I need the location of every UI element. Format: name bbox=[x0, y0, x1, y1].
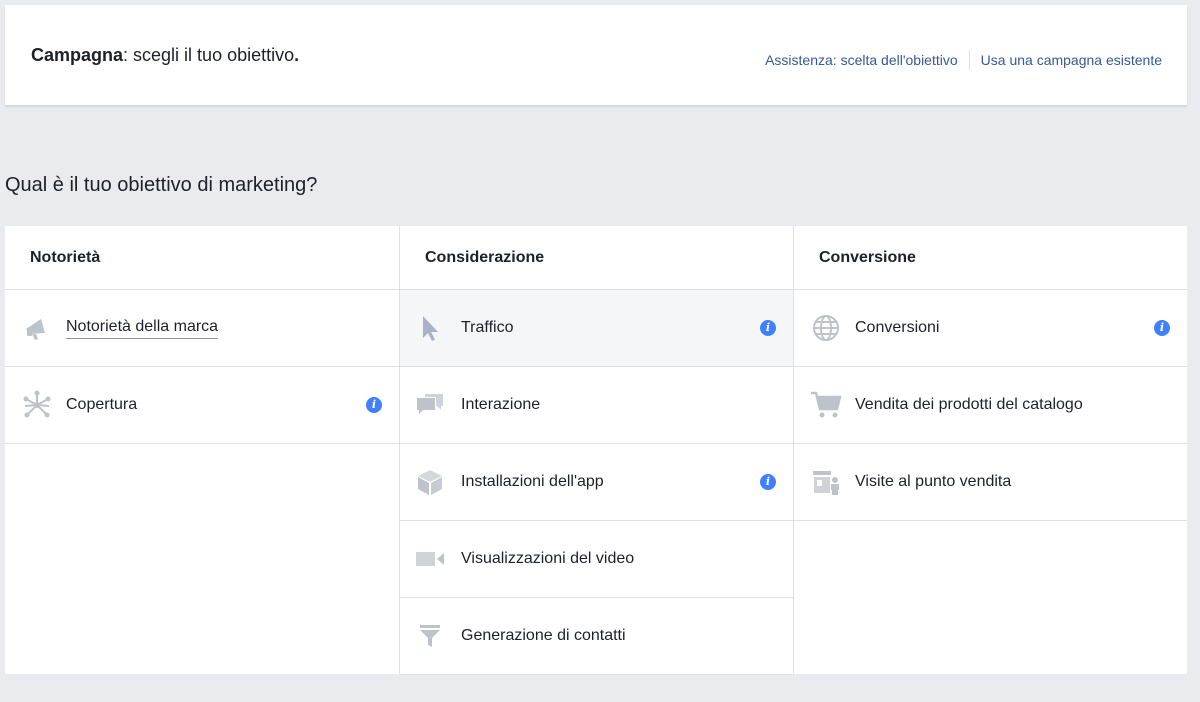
objective-label: Vendita dei prodotti del catalogo bbox=[855, 396, 1083, 413]
objective-label: Notorietà della marca bbox=[66, 318, 219, 339]
column-conversion: Conversione Conversioni i Vendita dei pr… bbox=[793, 226, 1187, 674]
reach-icon bbox=[21, 389, 53, 421]
shopping-cart-icon bbox=[810, 389, 842, 421]
page-title-bold: Campagna bbox=[31, 45, 124, 65]
page-title-rest: : scegli il tuo obiettivo bbox=[123, 45, 295, 65]
objective-store-visits[interactable]: Visite al punto vendita bbox=[794, 444, 1187, 521]
column-title-awareness: Notorietà bbox=[5, 226, 399, 290]
link-divider bbox=[968, 50, 970, 70]
objective-traffic[interactable]: Traffico i bbox=[400, 290, 793, 367]
marketing-objective-question: Qual è il tuo obiettivo di marketing? bbox=[5, 174, 318, 196]
column-title-consideration: Considerazione bbox=[400, 226, 793, 290]
objective-label: Copertura bbox=[66, 396, 138, 413]
box-icon bbox=[414, 466, 446, 498]
page-title-end: . bbox=[294, 45, 300, 65]
funnel-icon bbox=[414, 620, 446, 652]
column-consideration: Considerazione Traffico i Interazione In… bbox=[399, 226, 793, 675]
info-icon[interactable]: i bbox=[760, 320, 776, 336]
column-awareness: Notorietà Notorietà della marca Copertur… bbox=[5, 226, 399, 674]
info-icon[interactable]: i bbox=[760, 474, 776, 490]
globe-icon bbox=[810, 312, 842, 344]
store-visit-icon bbox=[810, 466, 842, 498]
objective-app-installs[interactable]: Installazioni dell'app i bbox=[400, 444, 793, 521]
page-title: Campagna: scegli il tuo obiettivo. bbox=[31, 45, 299, 66]
objective-label: Visualizzazioni del video bbox=[461, 550, 635, 567]
objective-conversions[interactable]: Conversioni i bbox=[794, 290, 1187, 367]
chat-bubbles-icon bbox=[414, 389, 446, 421]
info-icon[interactable]: i bbox=[1154, 320, 1170, 336]
campaign-header: Campagna: scegli il tuo obiettivo. Assis… bbox=[5, 5, 1187, 106]
objective-label: Generazione di contatti bbox=[461, 627, 626, 644]
info-icon[interactable]: i bbox=[366, 397, 382, 413]
megaphone-icon bbox=[21, 312, 53, 344]
objective-label: Interazione bbox=[461, 396, 541, 413]
header-links: Assistenza: scelta dell'obiettivo Usa un… bbox=[765, 50, 1162, 70]
use-existing-campaign-link[interactable]: Usa una campagna esistente bbox=[981, 52, 1162, 68]
objective-catalog-sales[interactable]: Vendita dei prodotti del catalogo bbox=[794, 367, 1187, 444]
objective-label: Installazioni dell'app bbox=[461, 473, 604, 490]
objective-reach[interactable]: Copertura i bbox=[5, 367, 399, 444]
objective-label: Conversioni bbox=[855, 319, 940, 336]
objective-video-views[interactable]: Visualizzazioni del video bbox=[400, 521, 793, 598]
objective-lead-generation[interactable]: Generazione di contatti bbox=[400, 598, 793, 675]
objective-help-link[interactable]: Assistenza: scelta dell'obiettivo bbox=[765, 52, 958, 68]
column-title-conversion: Conversione bbox=[794, 226, 1187, 290]
video-camera-icon bbox=[414, 543, 446, 575]
objective-label: Visite al punto vendita bbox=[855, 473, 1012, 490]
objective-engagement[interactable]: Interazione bbox=[400, 367, 793, 444]
objective-label: Traffico bbox=[461, 319, 514, 336]
objective-brand-awareness[interactable]: Notorietà della marca bbox=[5, 290, 399, 367]
cursor-icon bbox=[414, 312, 446, 344]
objectives-panel: Notorietà Notorietà della marca Copertur… bbox=[5, 226, 1187, 675]
